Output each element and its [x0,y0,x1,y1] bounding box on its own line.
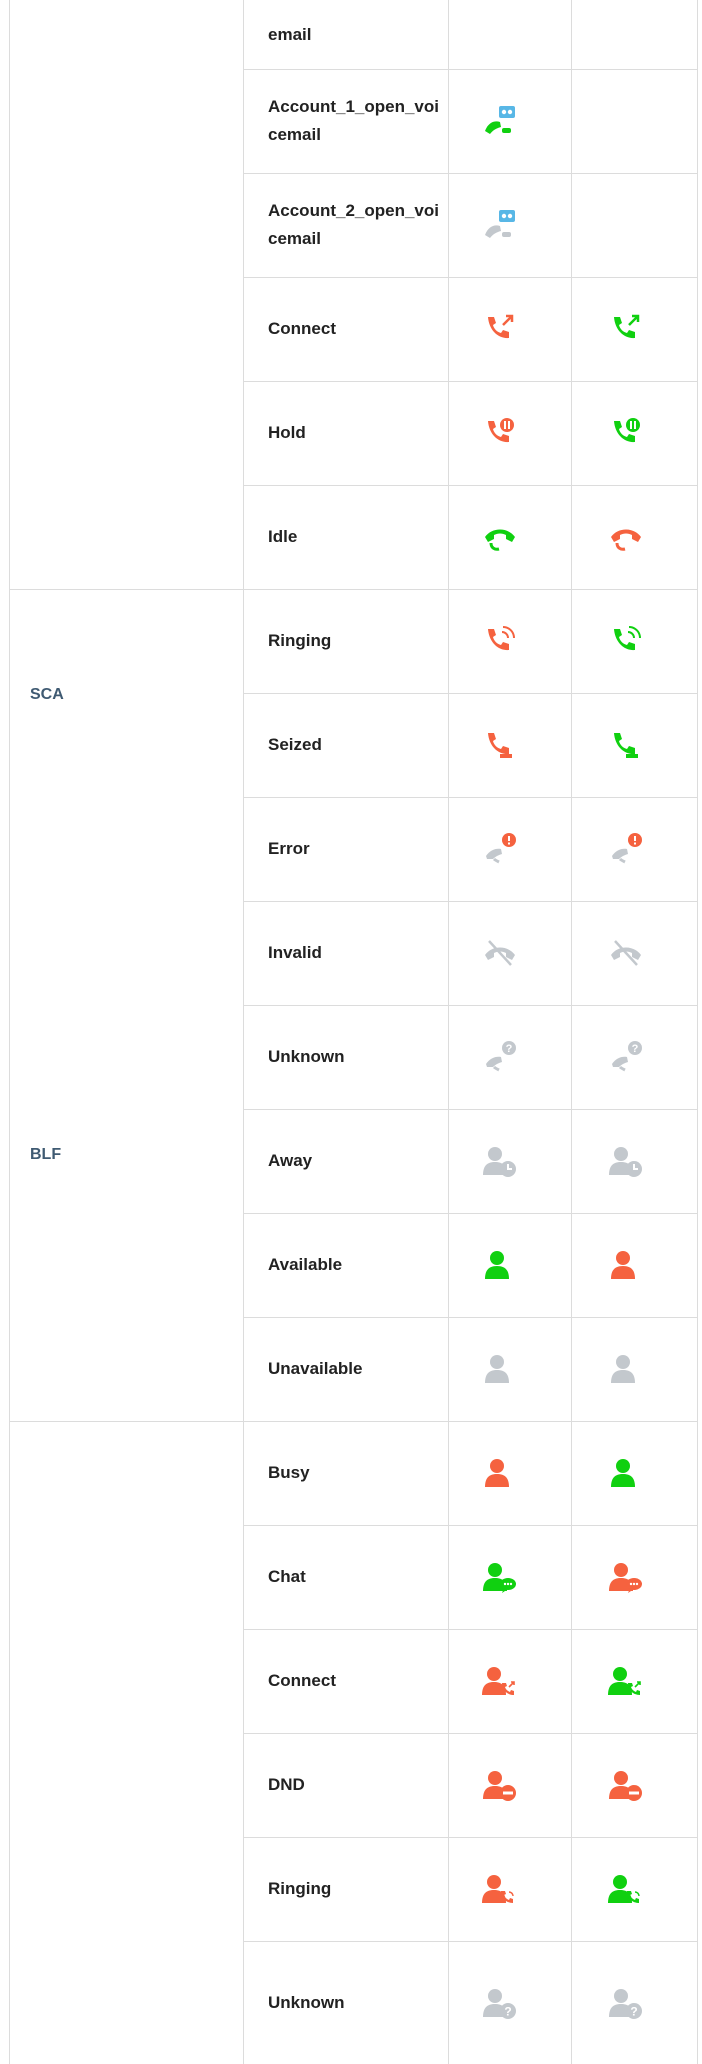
user-dnd-red-icon [608,1767,644,1803]
column-divider [571,0,572,2064]
row-label: email [268,25,312,44]
voicemail-green-icon [482,103,518,139]
row-label: Connect [268,319,336,338]
row-label: Available [268,1255,343,1274]
row-divider [243,901,698,902]
row-label: Unavailable [268,1359,363,1378]
phone-idle-red-icon [608,519,644,555]
row-label: Seized [268,735,322,754]
user-unknown-gray-icon: ? [608,1985,644,2021]
row-label: Unknown [268,1993,345,2012]
row-divider [243,69,698,70]
row-divider [243,1837,698,1838]
row-divider [243,1733,698,1734]
phone-ringing-green-icon [608,623,644,659]
voicemail-gray-icon [482,207,518,243]
row-divider [243,1941,698,1942]
phone-hold-green-icon [608,415,644,451]
user-gray-icon [608,1351,644,1387]
user-ringing-red-icon [482,1871,518,1907]
phone-seized-green-icon [608,727,644,763]
user-red-icon [482,1455,518,1491]
row-divider [243,1005,698,1006]
svg-text:?: ? [504,2005,511,2019]
row-label: Busy [268,1463,310,1482]
column-divider [448,0,449,2064]
phone-unknown-gray-icon: ? [482,1039,518,1075]
user-connect-red-icon [482,1663,518,1699]
user-dnd-red-icon [482,1767,518,1803]
user-green-icon [608,1455,644,1491]
row-label: Connect [268,1671,336,1690]
phone-seized-red-icon [482,727,518,763]
row-label: Unknown [268,1047,345,1066]
group-label: SCA [30,686,64,703]
user-ringing-green-icon [608,1871,644,1907]
user-red-icon [608,1247,644,1283]
row-label: Account_2_open_voicemail [268,201,439,248]
phone-connect-green-icon [608,311,644,347]
row-divider [243,797,698,798]
phone-invalid-gray-icon [608,935,644,971]
row-divider [243,1109,698,1110]
user-gray-icon [482,1351,518,1387]
row-label: Idle [268,527,298,546]
row-divider [243,1629,698,1630]
row-label: DND [268,1775,305,1794]
phone-connect-red-icon [482,311,518,347]
row-divider [9,589,698,590]
user-green-icon [482,1247,518,1283]
phone-hold-red-icon [482,415,518,451]
row-divider [243,1317,698,1318]
user-unknown-gray-icon: ? [482,1985,518,2021]
row-divider [9,1421,698,1422]
phone-error-gray-icon [482,831,518,867]
svg-text:?: ? [506,1043,513,1055]
row-label: Ringing [268,631,332,650]
row-divider [243,381,698,382]
group-label: BLF [30,1146,62,1163]
svg-text:?: ? [630,2005,637,2019]
column-divider [9,0,10,2064]
svg-text:?: ? [632,1043,639,1055]
phone-invalid-gray-icon [482,935,518,971]
phone-idle-green-icon [482,519,518,555]
row-divider [243,277,698,278]
phone-ringing-red-icon [482,623,518,659]
phone-error-gray-icon [608,831,644,867]
row-label: Away [268,1151,313,1170]
row-divider [243,1213,698,1214]
row-label: Error [268,839,310,858]
phone-unknown-gray-icon: ? [608,1039,644,1075]
row-label: Invalid [268,943,322,962]
user-chat-red-icon [608,1559,644,1595]
row-label: Ringing [268,1879,332,1898]
user-away-gray-icon [482,1143,518,1179]
user-away-gray-icon [608,1143,644,1179]
row-label: Account_1_open_voicemail [268,97,439,144]
column-divider [243,0,244,2064]
user-connect-green-icon [608,1663,644,1699]
row-divider [243,485,698,486]
row-divider [243,173,698,174]
row-divider [243,1525,698,1526]
row-label: Chat [268,1567,306,1586]
column-divider [697,0,698,2064]
row-divider [243,693,698,694]
row-label: Hold [268,423,306,442]
status-icon-table: SCA BLF [0,0,702,2064]
user-chat-green-icon [482,1559,518,1595]
